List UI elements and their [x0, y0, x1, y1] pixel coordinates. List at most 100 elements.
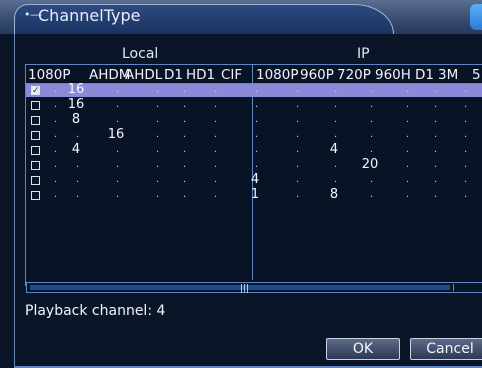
empty-cell[interactable]: . — [183, 160, 186, 170]
empty-cell[interactable]: . — [434, 130, 437, 140]
empty-cell[interactable]: . — [370, 85, 373, 95]
table-row[interactable]: ......... 20... — [26, 158, 482, 173]
empty-cell[interactable]: . — [255, 100, 258, 110]
table-row[interactable]: . 8........... — [26, 113, 482, 128]
empty-cell[interactable]: . — [54, 190, 57, 200]
empty-cell[interactable]: . — [464, 145, 467, 155]
channel-count-cell[interactable]: 8 — [324, 188, 344, 202]
empty-cell[interactable]: . — [296, 190, 299, 200]
empty-cell[interactable]: . — [54, 175, 57, 185]
empty-cell[interactable]: . — [434, 175, 437, 185]
empty-cell[interactable]: . — [156, 145, 159, 155]
empty-cell[interactable]: . — [406, 115, 409, 125]
empty-cell[interactable]: . — [116, 85, 119, 95]
empty-cell[interactable]: . — [255, 145, 258, 155]
empty-cell[interactable]: . — [296, 100, 299, 110]
empty-cell[interactable]: . — [296, 160, 299, 170]
channel-count-cell[interactable]: 4 — [324, 143, 344, 157]
empty-cell[interactable]: . — [183, 85, 186, 95]
row-checkbox[interactable] — [31, 116, 40, 125]
empty-cell[interactable]: . — [370, 145, 373, 155]
cancel-button[interactable]: Cancel — [410, 338, 482, 360]
empty-cell[interactable]: . — [183, 130, 186, 140]
horizontal-scrollbar[interactable]: ||| — [26, 282, 482, 294]
empty-cell[interactable]: . — [255, 130, 258, 140]
empty-cell[interactable]: . — [255, 85, 258, 95]
channel-count-cell[interactable]: 20 — [360, 158, 380, 172]
empty-cell[interactable]: . — [76, 175, 79, 185]
table-row[interactable]: ...... 1. 8.... — [26, 188, 482, 203]
empty-cell[interactable]: . — [183, 190, 186, 200]
empty-cell[interactable]: . — [434, 160, 437, 170]
empty-cell[interactable]: . — [214, 130, 217, 140]
empty-cell[interactable]: . — [334, 130, 337, 140]
empty-cell[interactable]: . — [406, 175, 409, 185]
empty-cell[interactable]: . — [156, 175, 159, 185]
empty-cell[interactable]: . — [156, 160, 159, 170]
channel-count-cell[interactable]: 16 — [66, 98, 86, 112]
row-checkbox[interactable] — [31, 101, 40, 110]
empty-cell[interactable]: . — [116, 175, 119, 185]
table-row[interactable]: . 4...... 4.... — [26, 143, 482, 158]
empty-cell[interactable]: . — [370, 175, 373, 185]
empty-cell[interactable]: . — [76, 130, 79, 140]
empty-cell[interactable]: . — [116, 190, 119, 200]
empty-cell[interactable]: . — [214, 160, 217, 170]
empty-cell[interactable]: . — [214, 190, 217, 200]
row-checkbox[interactable] — [31, 176, 40, 185]
empty-cell[interactable]: . — [116, 145, 119, 155]
empty-cell[interactable]: . — [334, 175, 337, 185]
empty-cell[interactable]: . — [214, 85, 217, 95]
table-row[interactable]: ✓. 16........... — [26, 83, 482, 98]
empty-cell[interactable]: . — [183, 100, 186, 110]
empty-cell[interactable]: . — [406, 160, 409, 170]
empty-cell[interactable]: . — [296, 145, 299, 155]
empty-cell[interactable]: . — [464, 100, 467, 110]
empty-cell[interactable]: . — [255, 160, 258, 170]
empty-cell[interactable]: . — [406, 85, 409, 95]
empty-cell[interactable]: . — [434, 145, 437, 155]
channel-count-cell[interactable]: 1 — [245, 188, 265, 202]
empty-cell[interactable]: . — [464, 175, 467, 185]
empty-cell[interactable]: . — [116, 115, 119, 125]
row-checkbox[interactable] — [31, 161, 40, 170]
empty-cell[interactable]: . — [214, 100, 217, 110]
empty-cell[interactable]: . — [54, 115, 57, 125]
empty-cell[interactable]: . — [54, 100, 57, 110]
empty-cell[interactable]: . — [183, 145, 186, 155]
table-row[interactable]: ...... 4...... — [26, 173, 482, 188]
channel-count-cell[interactable]: 16 — [106, 128, 126, 142]
empty-cell[interactable]: . — [434, 100, 437, 110]
empty-cell[interactable]: . — [464, 190, 467, 200]
row-checkbox[interactable] — [31, 131, 40, 140]
empty-cell[interactable]: . — [214, 115, 217, 125]
channel-count-cell[interactable]: 8 — [66, 113, 86, 127]
empty-cell[interactable]: . — [214, 145, 217, 155]
empty-cell[interactable]: . — [183, 175, 186, 185]
empty-cell[interactable]: . — [156, 100, 159, 110]
empty-cell[interactable]: . — [334, 85, 337, 95]
scrollbar-thumb[interactable]: ||| — [240, 285, 249, 294]
empty-cell[interactable]: . — [296, 115, 299, 125]
empty-cell[interactable]: . — [54, 160, 57, 170]
empty-cell[interactable]: . — [183, 115, 186, 125]
empty-cell[interactable]: . — [116, 160, 119, 170]
close-button[interactable] — [470, 4, 482, 30]
empty-cell[interactable]: . — [214, 175, 217, 185]
row-checkbox[interactable] — [31, 146, 40, 155]
empty-cell[interactable]: . — [334, 160, 337, 170]
channel-count-cell[interactable]: 4 — [245, 173, 265, 187]
empty-cell[interactable]: . — [464, 85, 467, 95]
empty-cell[interactable]: . — [76, 190, 79, 200]
empty-cell[interactable]: . — [370, 115, 373, 125]
empty-cell[interactable]: . — [54, 85, 57, 95]
empty-cell[interactable]: . — [334, 100, 337, 110]
empty-cell[interactable]: . — [434, 85, 437, 95]
empty-cell[interactable]: . — [296, 130, 299, 140]
empty-cell[interactable]: . — [156, 85, 159, 95]
empty-cell[interactable]: . — [370, 190, 373, 200]
scrollbar-end[interactable] — [453, 284, 482, 291]
row-checkbox[interactable] — [31, 191, 40, 200]
empty-cell[interactable]: . — [116, 100, 119, 110]
empty-cell[interactable]: . — [156, 130, 159, 140]
